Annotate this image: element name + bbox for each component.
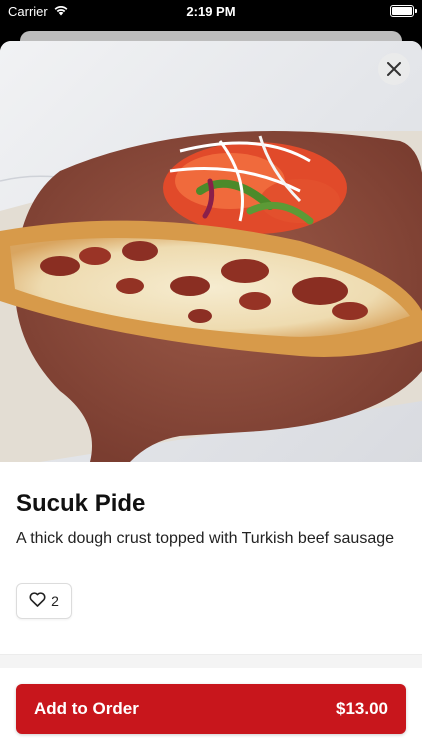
item-info: Sucuk Pide A thick dough crust topped wi… (0, 462, 422, 619)
order-price: $13.00 (336, 699, 388, 718)
item-description: A thick dough crust topped with Turkish … (16, 530, 395, 547)
add-to-order-button[interactable]: Add to Order $13.00 (16, 684, 406, 734)
item-title: Sucuk Pide (16, 490, 146, 517)
like-button[interactable]: 2 (16, 583, 72, 619)
order-footer: Add to Order $13.00 (0, 668, 422, 750)
divider (0, 654, 422, 668)
battery-icon (390, 5, 417, 17)
add-to-order-label: Add to Order (34, 699, 139, 718)
item-detail-sheet: Sucuk Pide A thick dough crust topped wi… (0, 41, 422, 750)
heart-icon (29, 592, 46, 610)
status-bar: Carrier 2:19 PM (0, 0, 422, 24)
close-button[interactable] (378, 53, 410, 85)
item-photo (0, 41, 422, 462)
close-icon (387, 62, 401, 76)
status-time: 2:19 PM (186, 4, 236, 19)
like-count: 2 (51, 593, 59, 609)
